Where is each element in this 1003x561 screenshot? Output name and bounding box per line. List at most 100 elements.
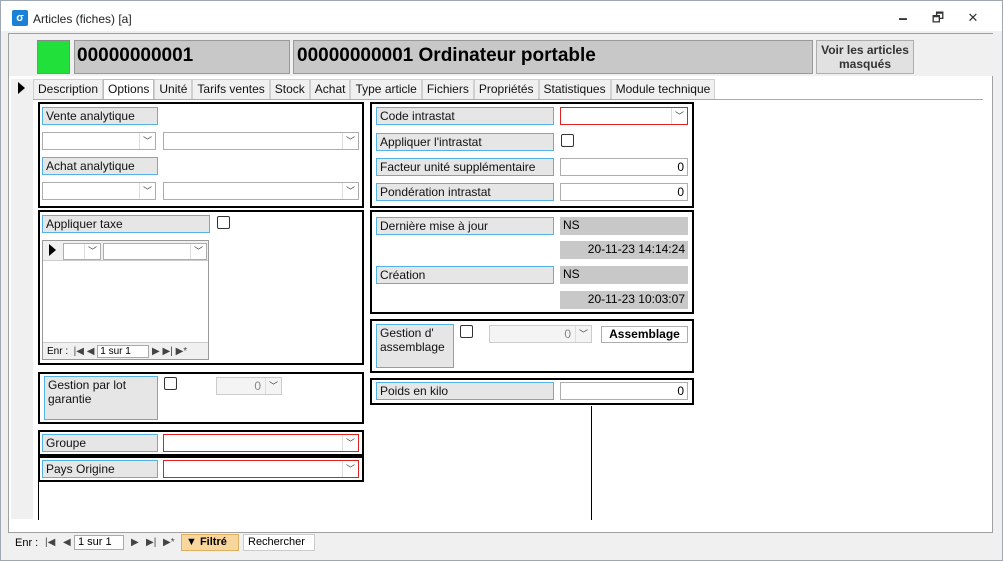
appliquer-taxe-checkbox[interactable] [217, 216, 230, 229]
groupe-panel: Groupe ﹀ [38, 430, 364, 456]
tab-stock[interactable]: Stock [269, 79, 310, 99]
record-navigation-bar: Enr : |◀ ◀ 1 sur 1 ▶ ▶| ▶* ▼ Filtré Rech… [9, 533, 994, 553]
subform-position[interactable]: 1 sur 1 [97, 345, 150, 358]
chevron-down-icon[interactable]: ﹀ [265, 378, 281, 394]
tab-module-technique[interactable]: Module technique [610, 79, 716, 99]
search-box[interactable]: Rechercher [243, 534, 315, 551]
analytique-panel: Vente analytique ﹀ ﹀ Achat analytique ﹀ … [38, 102, 364, 208]
tab-propri-t-s[interactable]: Propriétés [473, 79, 539, 99]
chevron-down-icon[interactable]: ﹀ [342, 133, 358, 149]
app-icon: σ [12, 10, 28, 26]
tab-achat[interactable]: Achat [309, 79, 351, 99]
first-record-icon[interactable]: |◀ [45, 537, 55, 548]
creation-user: NS [560, 266, 688, 284]
funnel-icon: ▼ [186, 536, 200, 548]
achat-analytique-label: Achat analytique [42, 157, 158, 175]
subform-combo-2[interactable]: ﹀ [103, 243, 207, 260]
chevron-down-icon[interactable]: ﹀ [84, 244, 100, 259]
new-record-icon[interactable]: ▶* [163, 537, 175, 548]
derniere-maj-user: NS [560, 217, 688, 235]
appliquer-intrastat-checkbox[interactable] [561, 134, 574, 147]
assemblage-panel: Gestion d' assemblage 0 ﹀ Assemblage [370, 319, 694, 373]
audit-panel: Dernière mise à jour NS 20-11-23 14:14:2… [370, 210, 694, 314]
tab-fichiers[interactable]: Fichiers [421, 79, 474, 99]
show-hidden-articles-button[interactable]: Voir les articles masqués [816, 40, 914, 74]
chevron-down-icon[interactable]: ﹀ [342, 183, 358, 199]
chevron-down-icon[interactable]: ﹀ [342, 461, 358, 477]
tab-tarifs-ventes[interactable]: Tarifs ventes [192, 79, 270, 99]
record-nav-label: Enr : [15, 537, 39, 549]
pays-origine-panel: Pays Origine ﹀ [38, 456, 364, 482]
gestion-lot-checkbox[interactable] [164, 377, 177, 390]
filter-label: Filtré [199, 536, 227, 548]
achat-analytique-combo-1[interactable]: ﹀ [42, 182, 156, 200]
tab-unit-[interactable]: Unité [154, 79, 193, 99]
ponderation-input[interactable]: 0 [560, 183, 688, 201]
facteur-input[interactable]: 0 [560, 158, 688, 176]
last-record-icon[interactable]: ▶| [160, 346, 173, 357]
left-border [38, 482, 39, 520]
first-record-icon[interactable]: |◀ [71, 346, 87, 357]
achat-analytique-combo-2[interactable]: ﹀ [163, 182, 359, 200]
tab-type-article[interactable]: Type article [350, 79, 422, 99]
article-name: 00000000001 Ordinateur portable [293, 40, 813, 74]
gestion-lot-value: 0 [254, 379, 261, 393]
next-record-icon[interactable]: ▶ [152, 346, 160, 357]
vente-analytique-combo-2[interactable]: ﹀ [163, 132, 359, 150]
pays-origine-combo[interactable]: ﹀ [163, 460, 359, 478]
gestion-assemblage-checkbox[interactable] [460, 325, 473, 338]
poids-panel: Poids en kilo 0 [370, 378, 694, 405]
poids-input[interactable]: 0 [560, 382, 688, 400]
maximize-button[interactable]: 🗗 [923, 8, 953, 28]
gestion-assemblage-label: Gestion d' assemblage [376, 324, 454, 368]
record-position[interactable]: 1 sur 1 [74, 535, 124, 550]
prev-record-icon[interactable]: ◀ [87, 346, 95, 357]
subform-navigation: Enr : |◀ ◀ 1 sur 1 ▶ ▶| ▶* [43, 342, 208, 359]
gestion-lot-label: Gestion par lot garantie [44, 376, 158, 420]
tab-divider [33, 99, 983, 100]
tab-bar: Description Options Unité Tarifs ventes Stoc… [33, 79, 716, 99]
next-record-icon[interactable]: ▶ [131, 537, 139, 548]
close-button[interactable]: ✕ [958, 8, 988, 28]
chevron-down-icon[interactable]: ﹀ [190, 244, 206, 259]
subform-nav-label: Enr : [47, 346, 69, 357]
chevron-down-icon[interactable]: ﹀ [342, 435, 358, 451]
tab-statistiques[interactable]: Statistiques [538, 79, 611, 99]
record-selector[interactable] [11, 79, 33, 519]
code-intrastat-label: Code intrastat [376, 107, 554, 125]
subform-combo-1[interactable]: ﹀ [63, 243, 101, 260]
groupe-label: Groupe [42, 434, 158, 452]
creation-date: 20-11-23 10:03:07 [560, 291, 688, 309]
assemblage-button[interactable]: Assemblage [601, 326, 688, 343]
column-divider [591, 406, 592, 520]
chevron-down-icon[interactable]: ﹀ [671, 108, 687, 124]
taxe-panel: Appliquer taxe ﹀ ﹀ Enr : |◀ ◀ 1 sur 1 ▶ … [38, 210, 364, 365]
chevron-down-icon[interactable]: ﹀ [575, 326, 591, 342]
last-record-icon[interactable]: ▶| [146, 537, 156, 548]
tab-description[interactable]: Description [33, 79, 104, 99]
assemblage-combo[interactable]: 0 ﹀ [489, 325, 592, 343]
tab-options[interactable]: Options [103, 79, 155, 99]
gestion-lot-combo[interactable]: 0 ﹀ [216, 377, 282, 395]
derniere-maj-label: Dernière mise à jour [376, 217, 554, 235]
record-pointer-icon [49, 244, 56, 256]
code-intrastat-combo[interactable]: ﹀ [560, 107, 688, 125]
new-record-icon[interactable]: ▶* [173, 346, 188, 357]
article-code: 00000000001 [74, 40, 290, 74]
vente-analytique-combo-1[interactable]: ﹀ [42, 132, 156, 150]
ponderation-label: Pondération intrastat [376, 183, 554, 201]
facteur-label: Facteur unité supplémentaire [376, 158, 554, 176]
status-indicator [37, 40, 70, 74]
intrastat-panel: Code intrastat ﹀ Appliquer l'intrastat F… [370, 102, 694, 208]
minimize-button[interactable]: 🗕 [888, 8, 918, 28]
vente-analytique-label: Vente analytique [42, 107, 158, 125]
filter-toggle[interactable]: ▼ Filtré [181, 534, 239, 551]
assemblage-value: 0 [564, 327, 571, 341]
chevron-down-icon[interactable]: ﹀ [139, 133, 155, 149]
creation-label: Création [376, 266, 554, 284]
prev-record-icon[interactable]: ◀ [63, 537, 71, 548]
derniere-maj-date: 20-11-23 14:14:24 [560, 241, 688, 259]
chevron-down-icon[interactable]: ﹀ [139, 183, 155, 199]
window-title: Articles (fiches) [a] [33, 12, 132, 26]
groupe-combo[interactable]: ﹀ [163, 434, 359, 452]
